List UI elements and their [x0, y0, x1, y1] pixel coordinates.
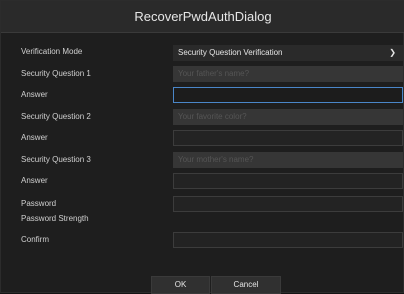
- chevron-down-icon: ❯: [389, 48, 396, 57]
- password-input[interactable]: [173, 196, 403, 212]
- confirm-label: Confirm: [21, 235, 50, 244]
- answer-2-input[interactable]: [173, 130, 403, 146]
- recover-password-dialog: RecoverPwdAuthDialog Verification Mode S…: [0, 0, 404, 294]
- security-question-3-field: Your mother's name?: [173, 152, 403, 168]
- security-question-2-label: Security Question 2: [21, 112, 91, 121]
- verification-mode-label: Verification Mode: [21, 47, 83, 56]
- answer-2-label: Answer: [21, 133, 48, 142]
- ok-button[interactable]: OK: [151, 276, 210, 294]
- password-label: Password: [21, 199, 57, 208]
- confirm-password-input[interactable]: [173, 232, 403, 248]
- security-question-3-label: Security Question 3: [21, 155, 91, 164]
- cancel-button[interactable]: Cancel: [211, 276, 281, 294]
- verification-mode-value: Security Question Verification: [178, 48, 283, 57]
- password-strength-label: Password Strength: [21, 214, 89, 223]
- answer-3-label: Answer: [21, 176, 48, 185]
- answer-1-label: Answer: [21, 90, 48, 99]
- title-bar: RecoverPwdAuthDialog: [1, 1, 404, 33]
- answer-1-input[interactable]: [173, 87, 403, 103]
- security-question-1-field: Your father's name?: [173, 66, 403, 82]
- verification-mode-select[interactable]: Security Question Verification ❯: [173, 45, 403, 61]
- security-question-1-label: Security Question 1: [21, 69, 91, 78]
- answer-3-input[interactable]: [173, 173, 403, 189]
- dialog-title: RecoverPwdAuthDialog: [134, 9, 272, 24]
- security-question-2-field: Your favorite color?: [173, 109, 403, 125]
